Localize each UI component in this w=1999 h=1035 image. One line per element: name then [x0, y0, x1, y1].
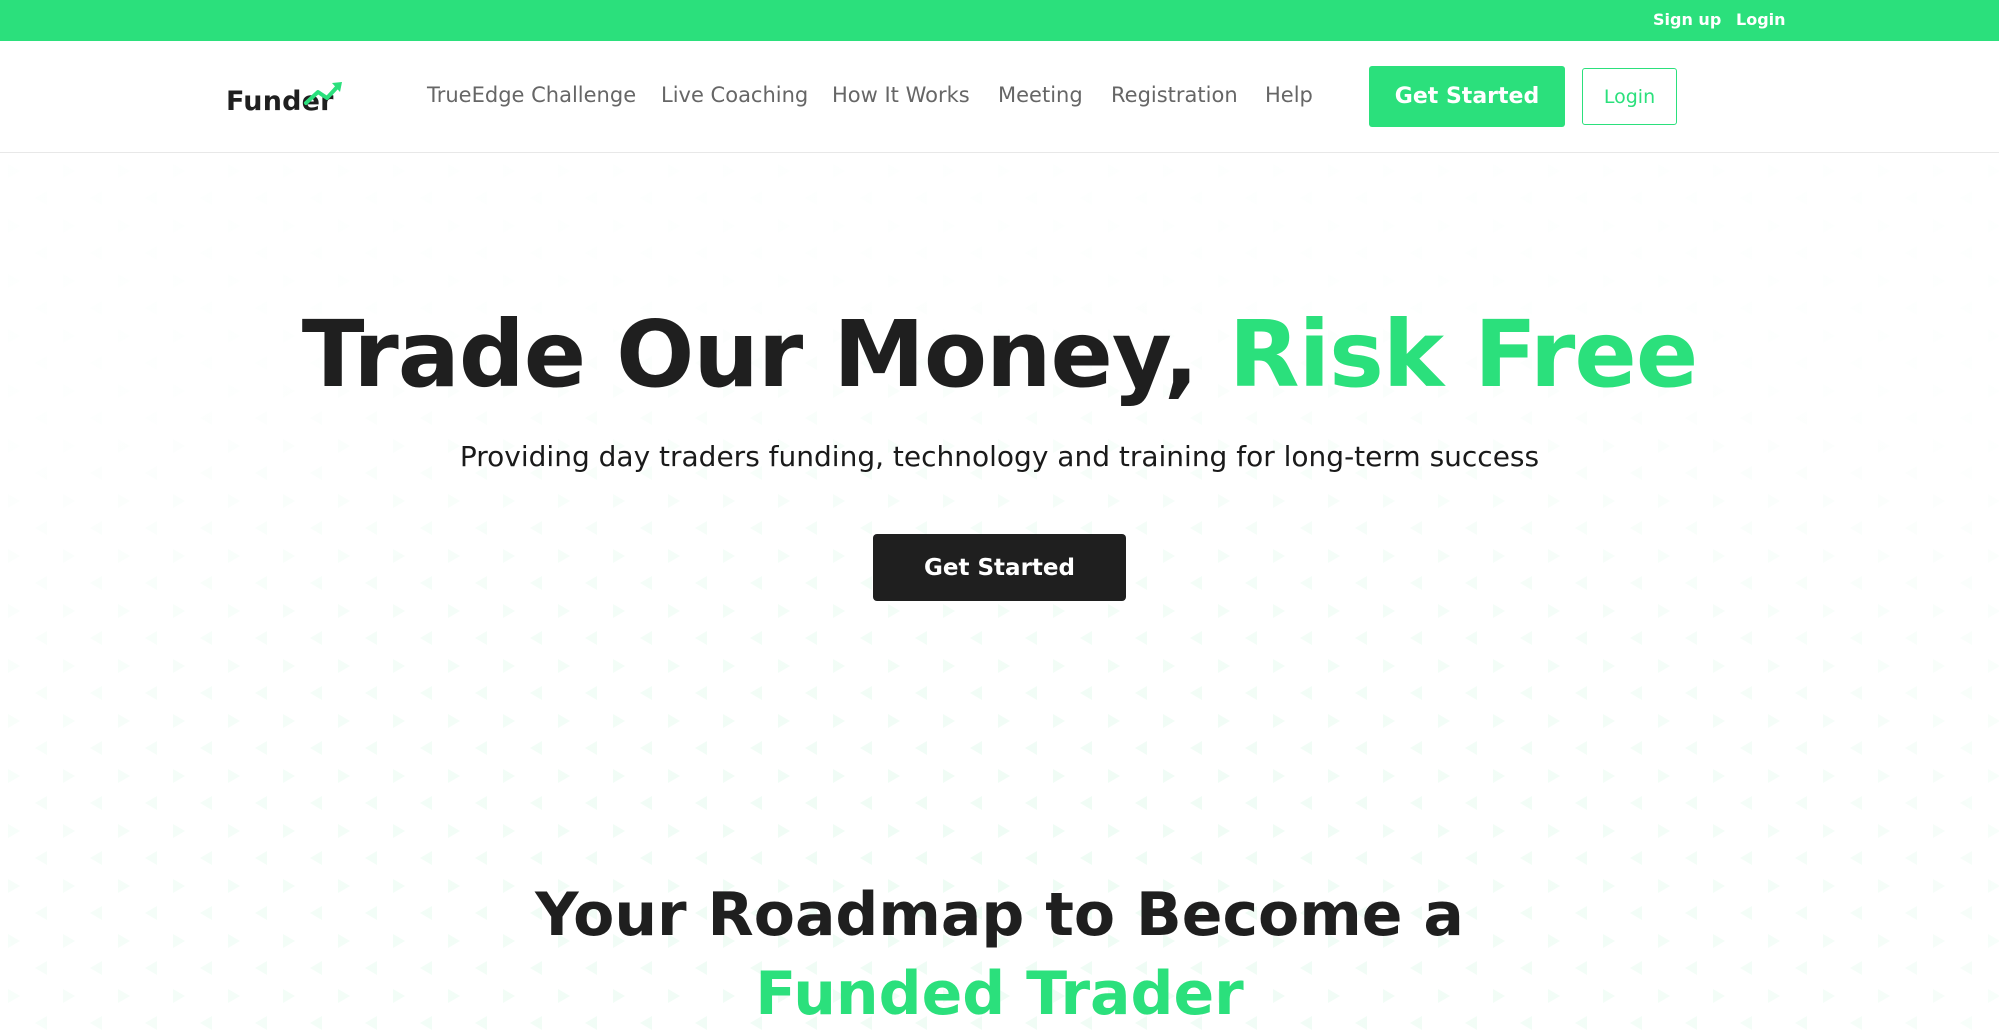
nav-registration[interactable]: Registration: [1111, 83, 1238, 107]
top-utility-bar: Sign up Login: [0, 0, 1999, 41]
nav-trueedge-challenge[interactable]: TrueEdge Challenge: [427, 83, 636, 107]
header-get-started-button[interactable]: Get Started: [1369, 66, 1565, 127]
hero-title: Trade Our Money, Risk Free: [0, 301, 1999, 408]
nav-help[interactable]: Help: [1265, 83, 1313, 107]
hero-subtitle: Providing day traders funding, technolog…: [459, 440, 1540, 473]
nav-live-coaching[interactable]: Live Coaching: [661, 83, 808, 107]
hero-section: Trade Our Money, Risk Free Providing day…: [0, 154, 1999, 1035]
roadmap-heading-line1: Your Roadmap to Become a: [535, 880, 1464, 950]
header-login-button[interactable]: Login: [1582, 68, 1677, 125]
main-header: Funder TrueEdge Challenge Live Coaching …: [0, 41, 1999, 153]
topbar-login-link[interactable]: Login: [1736, 10, 1786, 29]
hero-title-accent: Risk Free: [1228, 301, 1698, 408]
signup-link[interactable]: Sign up: [1653, 10, 1721, 29]
roadmap-heading-line2: Funded Trader: [755, 959, 1244, 1029]
funder-logo[interactable]: Funder: [226, 76, 346, 121]
hero-title-main: Trade Our Money,: [301, 301, 1229, 408]
nav-meeting[interactable]: Meeting: [998, 83, 1083, 107]
trend-arrow-icon: [304, 82, 342, 105]
nav-how-it-works[interactable]: How It Works: [832, 83, 970, 107]
hero-get-started-button[interactable]: Get Started: [873, 534, 1126, 601]
